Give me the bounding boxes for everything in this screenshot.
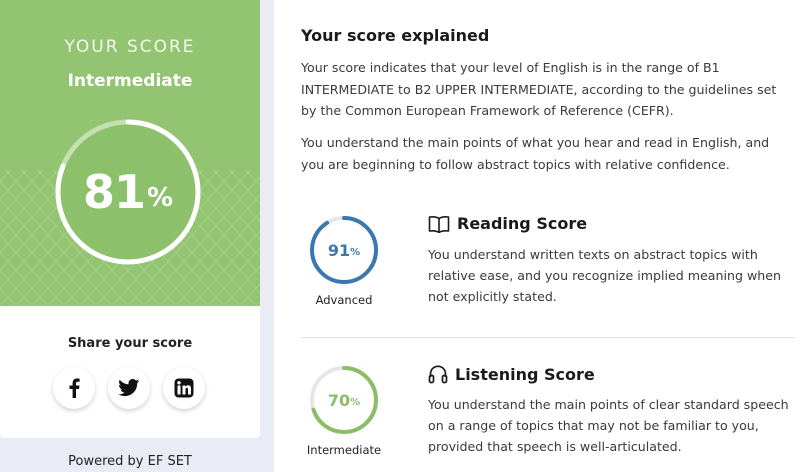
explanation-paragraph-2: You understand the main points of what y… (301, 135, 770, 172)
overall-score-value: 81% (48, 112, 208, 272)
powered-by-text: Powered by EF SET (68, 454, 192, 469)
listening-score-percent: % (350, 396, 361, 408)
reading-level: Advanced (315, 293, 373, 307)
listening-heading: Listening Score (428, 364, 595, 384)
reading-score-percent: % (350, 246, 361, 258)
reading-score-number: 91 (327, 240, 351, 260)
twitter-icon (118, 379, 140, 397)
overall-score-number: 81 (82, 165, 146, 219)
listening-level: Intermediate (306, 443, 382, 457)
listening-score-value: 70% (308, 364, 380, 436)
linkedin-icon (174, 378, 194, 398)
share-linkedin-button[interactable] (163, 367, 205, 409)
share-facebook-button[interactable] (53, 367, 95, 409)
score-explanation-card: Your score explained Your score indicate… (274, 0, 800, 472)
overall-score-percent: % (146, 183, 174, 213)
section-divider (301, 337, 795, 338)
score-title: YOUR SCORE (64, 37, 196, 57)
score-card: YOUR SCORE Intermediate 81% Share your s… (0, 0, 260, 438)
listening-description: You understand the main points of clear … (428, 397, 789, 454)
book-icon (428, 215, 450, 233)
listening-score-number: 70 (327, 390, 351, 410)
reading-heading-text: Reading Score (457, 214, 588, 233)
reading-score-value: 91% (308, 214, 380, 286)
headphones-icon (428, 365, 448, 384)
reading-description: You understand written texts on abstract… (428, 247, 781, 304)
facebook-icon (69, 378, 80, 398)
share-twitter-button[interactable] (108, 367, 150, 409)
explained-title: Your score explained (301, 26, 490, 45)
score-level: Intermediate (67, 71, 193, 91)
score-panel: YOUR SCORE Intermediate 81% (0, 0, 260, 306)
explanation-paragraph-1: Your score indicates that your level of … (301, 60, 777, 118)
share-label: Share your score (67, 336, 193, 351)
listening-heading-text: Listening Score (455, 364, 595, 384)
reading-heading: Reading Score (428, 214, 587, 233)
